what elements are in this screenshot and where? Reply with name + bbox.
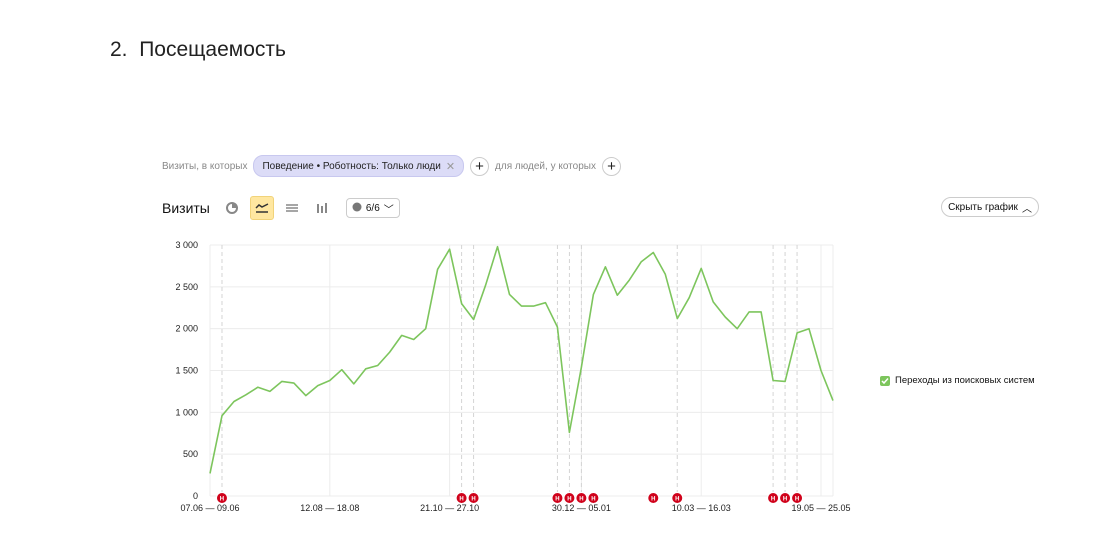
annotation-marker-label: Н — [771, 497, 775, 503]
annotation-marker-label: Н — [651, 497, 655, 503]
x-tick-label: 30.12 — 05.01 — [552, 503, 611, 513]
series-line-search-traffic — [209, 245, 834, 474]
annotation-marker-label: Н — [579, 497, 583, 503]
x-tick-label: 10.03 — 16.03 — [672, 503, 731, 513]
annotation-marker-label: Н — [567, 497, 571, 503]
x-tick-label: 19.05 — 25.05 — [791, 503, 850, 513]
x-tick-label: 07.06 — 09.06 — [180, 503, 239, 513]
y-tick-label: 3 000 — [175, 240, 198, 250]
x-tick-label: 12.08 — 18.08 — [300, 503, 359, 513]
y-tick-label: 2 500 — [175, 282, 198, 292]
annotation-marker-label: Н — [795, 497, 799, 503]
y-tick-label: 1 500 — [175, 366, 198, 376]
y-tick-label: 0 — [193, 491, 198, 501]
annotation-marker-label: Н — [459, 497, 463, 503]
annotation-marker-label: Н — [591, 497, 595, 503]
x-tick-label: 21.10 — 27.10 — [420, 503, 479, 513]
visits-line-chart: 0 500 1 000 1 500 2 000 2 500 3 000 07.06 — 09.… — [175, 240, 850, 513]
annotation-marker-label: Н — [675, 497, 679, 503]
annotation-marker-label: Н — [471, 497, 475, 503]
annotation-marker-label: Н — [783, 497, 787, 503]
annotation-marker-label: Н — [220, 497, 224, 503]
y-tick-label: 2 000 — [175, 324, 198, 334]
annotation-marker-label: Н — [555, 497, 559, 503]
y-tick-label: 500 — [183, 449, 198, 459]
y-tick-label: 1 000 — [175, 407, 198, 417]
